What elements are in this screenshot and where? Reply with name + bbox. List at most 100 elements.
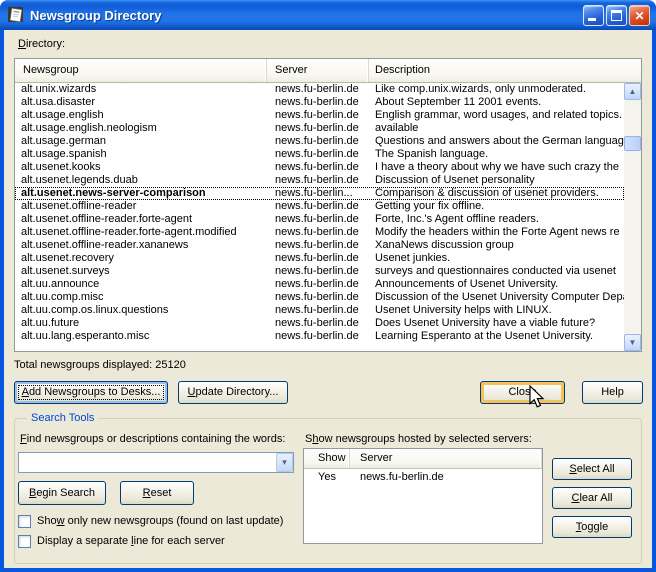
checkbox-separate-line[interactable] (18, 535, 31, 548)
description-cell: Does Usenet University have a viable fut… (369, 317, 624, 330)
table-body: alt.unix.wizards news.fu-berlin.de Like … (15, 83, 624, 343)
description-cell: Discussion of the Usenet University Comp… (369, 291, 624, 304)
newsgroup-cell: alt.usenet.news-server-comparison (15, 187, 267, 200)
table-row[interactable]: alt.usenet.surveys news.fu-berlin.de sur… (15, 265, 624, 278)
table-row[interactable]: alt.unix.wizards news.fu-berlin.de Like … (15, 83, 624, 96)
maximize-icon (611, 10, 622, 21)
vertical-scrollbar[interactable]: ▲ ▼ (624, 83, 641, 351)
search-combobox[interactable]: ▾ (18, 452, 294, 473)
newsgroup-table: Newsgroup Server Description alt.unix.wi… (14, 58, 642, 352)
servers-label: Show newsgroups hosted by selected serve… (305, 433, 532, 445)
table-row[interactable]: alt.usage.spanish news.fu-berlin.de The … (15, 148, 624, 161)
server-cell: news.fu-berlin.de (267, 226, 369, 239)
reset-button[interactable]: Reset (120, 481, 194, 505)
server-cell: news.fu-berlin.de (267, 265, 369, 278)
toggle-button[interactable]: Toggle (552, 516, 632, 538)
newsgroup-cell: alt.usenet.legends.duab (15, 174, 267, 187)
description-cell: Comparison & discussion of usenet provid… (369, 187, 624, 200)
server-cell: news.fu-berlin... (267, 187, 369, 200)
server-cell: news.fu-berlin.de (267, 161, 369, 174)
table-row[interactable]: alt.usenet.offline-reader.forte-agent ne… (15, 213, 624, 226)
close-button[interactable]: Close (480, 381, 565, 404)
table-row[interactable]: alt.usage.english.neologism news.fu-berl… (15, 122, 624, 135)
server-table: Show Server Yes news.fu-berlin.de (303, 448, 543, 544)
checkbox-show-new-label: Show only new newsgroups (found on last … (37, 515, 283, 528)
description-cell: Usenet University helps with LINUX. (369, 304, 624, 317)
table-row[interactable]: alt.usenet.offline-reader.xananews news.… (15, 239, 624, 252)
server-cell: news.fu-berlin.de (267, 252, 369, 265)
select-all-button[interactable]: Select All (552, 458, 632, 480)
newsgroup-cell: alt.usenet.surveys (15, 265, 267, 278)
titlebar[interactable]: Newsgroup Directory ✕ (0, 0, 656, 30)
scrollbar-thumb[interactable] (624, 136, 641, 151)
newsgroup-cell: alt.usage.german (15, 135, 267, 148)
minimize-icon (588, 18, 596, 21)
clear-all-button[interactable]: Clear All (552, 487, 632, 509)
dropdown-button[interactable]: ▾ (276, 453, 293, 472)
description-cell: available (369, 122, 624, 135)
server-cell: news.fu-berlin.de (267, 200, 369, 213)
table-row[interactable]: alt.usenet.legends.duab news.fu-berlin.d… (15, 174, 624, 187)
search-input[interactable] (20, 454, 276, 471)
table-row[interactable]: alt.usenet.offline-reader news.fu-berlin… (15, 200, 624, 213)
dialog-client-area: Directory: Newsgroup Server Description … (4, 30, 652, 568)
find-label: Find newsgroups or descriptions containi… (20, 433, 285, 445)
server-cell: news.fu-berlin.de (267, 122, 369, 135)
table-row[interactable]: alt.usage.english news.fu-berlin.de Engl… (15, 109, 624, 122)
description-cell: About September 11 2001 events. (369, 96, 624, 109)
column-header-show[interactable]: Show (304, 449, 350, 468)
table-row[interactable]: alt.uu.announce news.fu-berlin.de Announ… (15, 278, 624, 291)
table-row[interactable]: alt.usenet.offline-reader.forte-agent.mo… (15, 226, 624, 239)
server-cell: news.fu-berlin.de (267, 213, 369, 226)
newsgroup-cell: alt.usage.spanish (15, 148, 267, 161)
server-cell: news.fu-berlin.de (267, 148, 369, 161)
newsgroup-directory-window: Newsgroup Directory ✕ Directory: Newsgro… (0, 0, 656, 572)
description-cell: Modify the headers within the Forte Agen… (369, 226, 624, 239)
table-row[interactable]: alt.uu.comp.misc news.fu-berlin.de Discu… (15, 291, 624, 304)
scroll-down-button[interactable]: ▼ (624, 334, 641, 351)
newsgroup-cell: alt.usenet.offline-reader.xananews (15, 239, 267, 252)
server-cell: news.fu-berlin.de (267, 239, 369, 252)
help-button[interactable]: Help (582, 381, 643, 404)
window-close-button[interactable]: ✕ (629, 5, 650, 26)
server-cell: news.fu-berlin.de (267, 317, 369, 330)
scroll-down-icon: ▼ (625, 335, 640, 350)
description-cell: I have a theory about why we have such c… (369, 161, 624, 174)
column-header-server[interactable]: Server (267, 59, 369, 82)
column-header-description[interactable]: Description (369, 59, 641, 82)
update-directory-button[interactable]: Update Directory... (178, 381, 288, 404)
table-row[interactable]: alt.usa.disaster news.fu-berlin.de About… (15, 96, 624, 109)
server-name-cell: news.fu-berlin.de (350, 469, 542, 486)
table-row[interactable]: alt.uu.comp.os.linux.questions news.fu-b… (15, 304, 624, 317)
description-cell: Questions and answers about the German l… (369, 135, 624, 148)
newsgroup-cell: alt.usa.disaster (15, 96, 267, 109)
newsgroup-cell: alt.uu.lang.esperanto.misc (15, 330, 267, 343)
table-row[interactable]: alt.usage.german news.fu-berlin.de Quest… (15, 135, 624, 148)
minimize-button[interactable] (583, 5, 604, 26)
table-row[interactable]: alt.usenet.news-server-comparison news.f… (15, 187, 624, 200)
newsgroup-cell: alt.usenet.offline-reader.forte-agent.mo… (15, 226, 267, 239)
server-cell: news.fu-berlin.de (267, 291, 369, 304)
column-header-newsgroup[interactable]: Newsgroup (15, 59, 267, 82)
maximize-button[interactable] (606, 5, 627, 26)
begin-search-button[interactable]: Begin Search (18, 481, 106, 505)
table-row[interactable]: alt.usenet.recovery news.fu-berlin.de Us… (15, 252, 624, 265)
search-tools-title: Search Tools (27, 412, 98, 424)
server-cell: news.fu-berlin.de (267, 109, 369, 122)
column-header-server2[interactable]: Server (350, 449, 542, 468)
server-table-header: Show Server (304, 449, 542, 469)
app-icon (8, 7, 25, 23)
add-newsgroups-button[interactable]: Add Newsgroups to Desks... (14, 381, 168, 404)
scroll-up-button[interactable]: ▲ (624, 83, 641, 100)
server-cell: news.fu-berlin.de (267, 278, 369, 291)
newsgroup-cell: alt.usenet.kooks (15, 161, 267, 174)
description-cell: Getting your fix offline. (369, 200, 624, 213)
table-row[interactable]: alt.usenet.kooks news.fu-berlin.de I hav… (15, 161, 624, 174)
description-cell: Forte, Inc.'s Agent offline readers. (369, 213, 624, 226)
table-row[interactable]: alt.uu.future news.fu-berlin.de Does Use… (15, 317, 624, 330)
table-row[interactable]: alt.uu.lang.esperanto.misc news.fu-berli… (15, 330, 624, 343)
show-cell: Yes (304, 469, 350, 486)
server-row[interactable]: Yes news.fu-berlin.de (304, 469, 542, 486)
newsgroup-cell: alt.uu.comp.os.linux.questions (15, 304, 267, 317)
checkbox-show-new-newsgroups[interactable] (18, 515, 31, 528)
